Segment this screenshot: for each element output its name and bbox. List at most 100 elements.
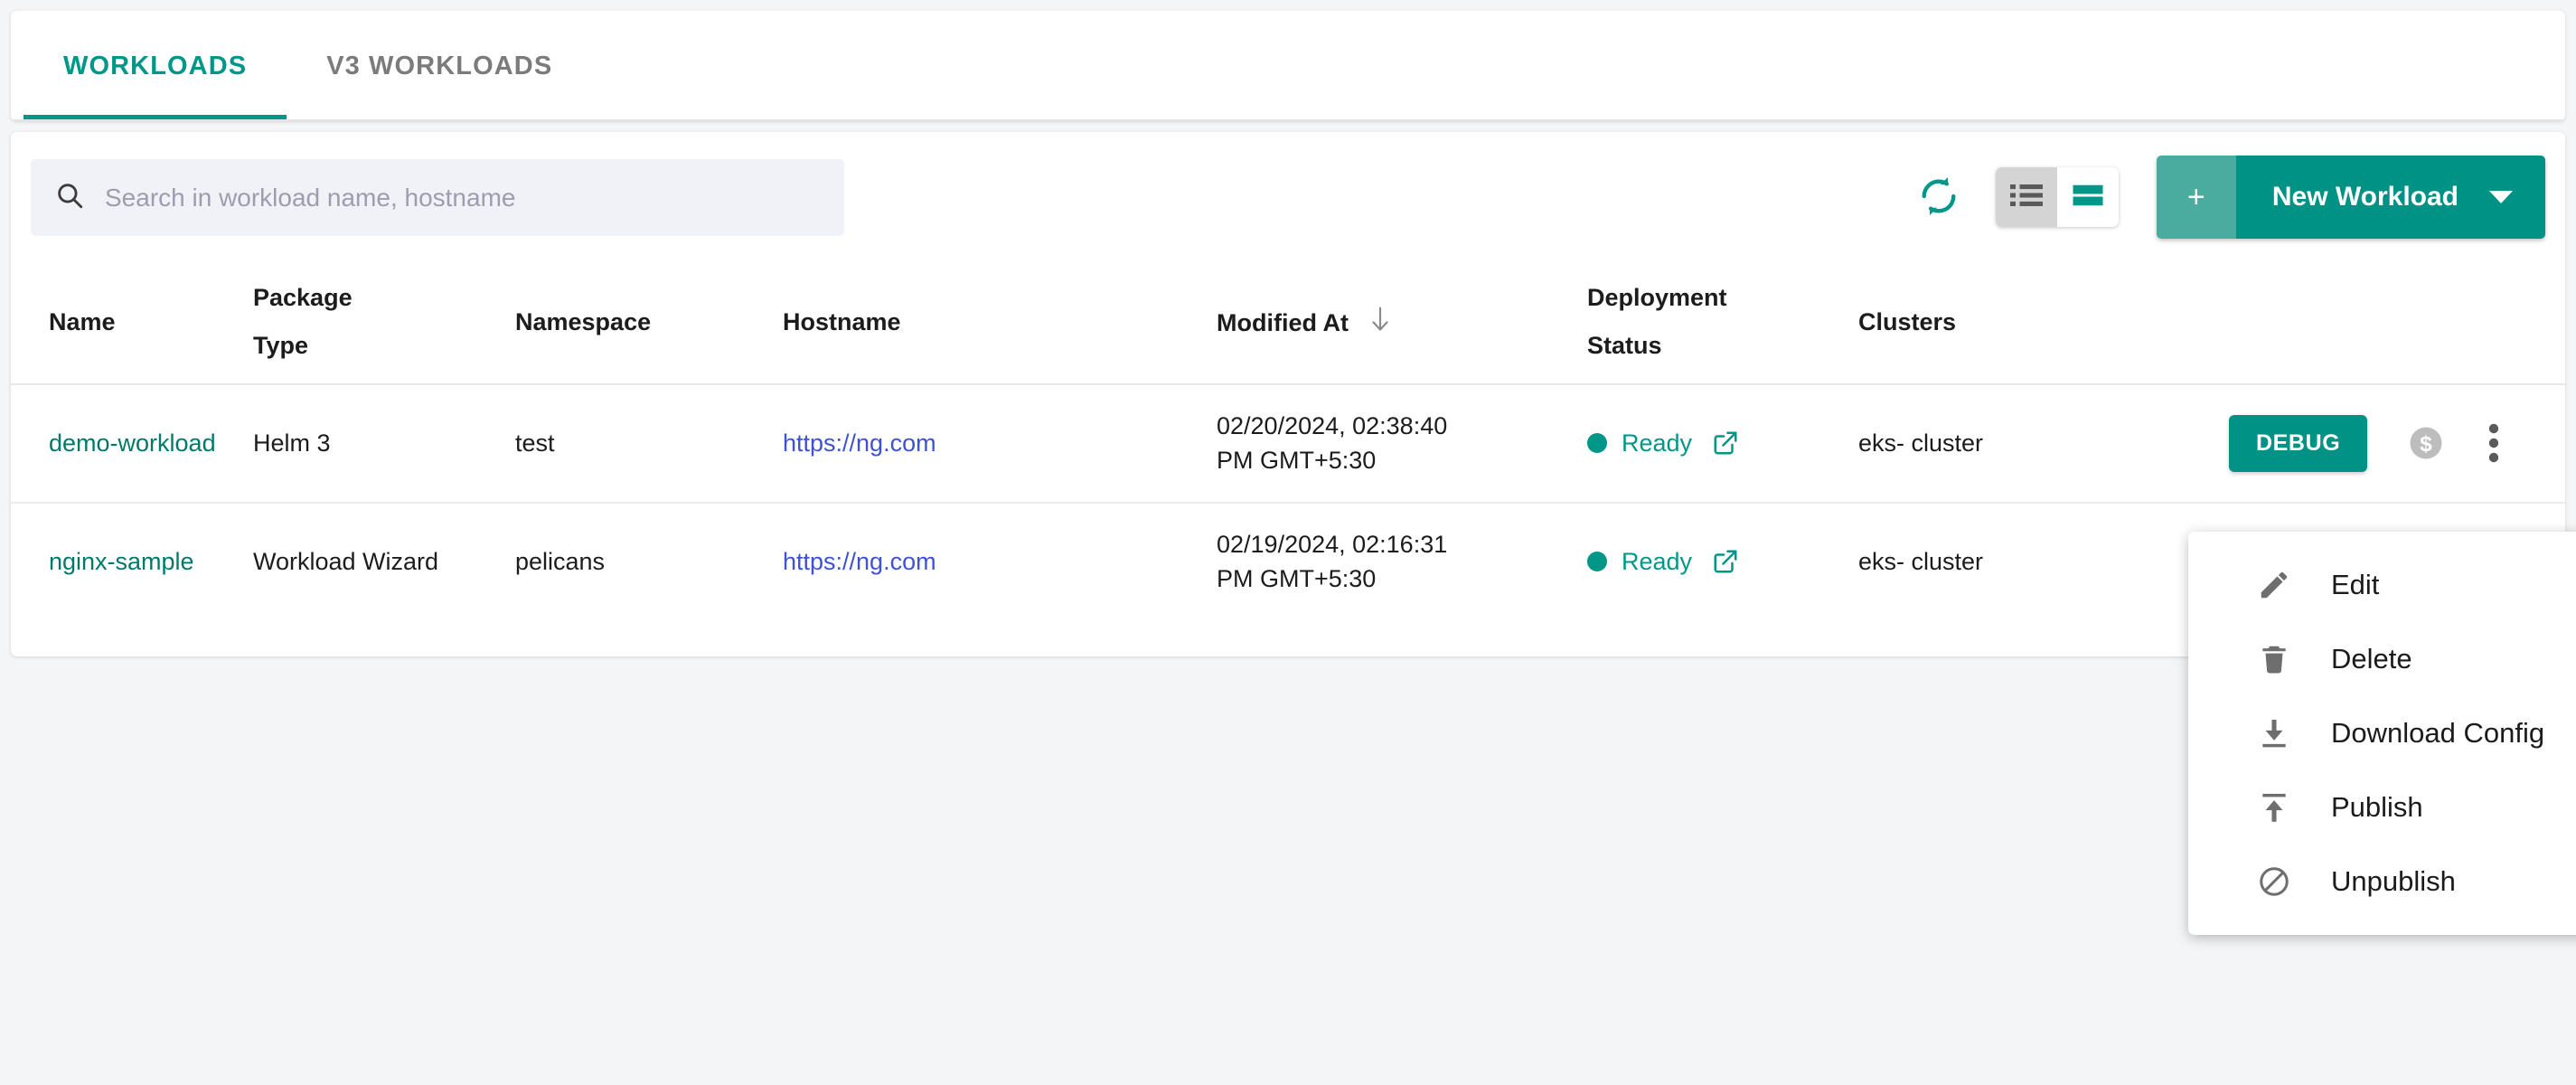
cell-package-type: Workload Wizard [253,547,439,575]
status-label: Ready [1622,429,1693,458]
menu-item-unpublish[interactable]: Unpublish [2188,844,2576,919]
new-workload-button[interactable]: + New Workload [2156,156,2545,239]
kebab-menu-icon[interactable] [2485,420,2503,467]
menu-item-unpublish-label: Unpublish [2331,865,2456,897]
pencil-icon [2257,568,2291,602]
menu-item-download-config[interactable]: Download Config [2188,696,2576,770]
cell-modified-at: 02/19/2024, 02:16:31 PM GMT+5:30 [1208,503,1578,620]
cell-clusters: eks- cluster [1849,384,2211,504]
new-workload-main[interactable]: New Workload [2235,156,2545,239]
cell-package-type: Helm 3 [244,384,506,504]
table-row[interactable]: demo-workload Helm 3 test https://ng.com… [11,384,2565,504]
cell-actions: DEBUG $ [2211,384,2565,504]
column-header-modified-at-label: Modified At [1217,308,1349,336]
menu-item-publish-label: Publish [2331,791,2423,823]
new-workload-label: New Workload [2271,182,2458,212]
external-link-icon[interactable] [1712,429,1739,457]
cell-deployment-status: Ready [1578,384,1849,504]
modified-at-line2: PM GMT+5:30 [1217,564,1377,592]
column-header-namespace-label: Namespace [515,307,652,335]
new-workload-plus[interactable]: + [2156,156,2236,239]
menu-item-publish[interactable]: Publish [2188,770,2576,844]
chevron-down-icon [2489,191,2513,203]
debug-button[interactable]: DEBUG [2229,414,2368,472]
workloads-card: + New Workload Name Package [11,132,2565,656]
card-view-icon [2072,182,2104,213]
download-icon [2257,716,2291,750]
column-header-package-type-line2: Type [253,332,309,359]
list-view-button[interactable] [1995,167,2057,227]
search-input[interactable] [105,183,821,212]
menu-item-delete[interactable]: Delete [2188,622,2576,696]
workload-name-link[interactable]: demo-workload [49,429,216,457]
block-icon [2257,864,2291,899]
refresh-icon [1915,173,1962,222]
cell-hostname: https://ng.com [774,503,1208,620]
column-header-deployment-status-line1: Deployment [1587,284,1727,311]
cell-deployment-status: Ready [1578,503,1849,620]
workloads-table: Name Package Type Namespace Hostname Mod… [11,268,2565,619]
status-label: Ready [1622,547,1693,575]
column-header-name-label: Name [49,307,116,335]
trash-icon [2257,642,2291,676]
column-header-name[interactable]: Name [11,268,244,385]
column-header-namespace[interactable]: Namespace [506,268,774,385]
row-actions: DEBUG $ [2220,414,2556,472]
upload-icon [2257,790,2291,825]
toolbar: + New Workload [11,132,2565,268]
toolbar-actions: + New Workload [1900,156,2545,239]
tab-v3-workloads[interactable]: V3 WORKLOADS [287,11,592,121]
cell-namespace: test [506,384,774,504]
column-header-hostname-label: Hostname [783,307,901,335]
modified-at-line2: PM GMT+5:30 [1217,447,1377,475]
search-box[interactable] [31,159,844,236]
modified-at-line1: 02/19/2024, 02:16:31 [1217,530,1448,558]
cell-namespace: pelicans [515,547,606,575]
menu-item-download-config-label: Download Config [2331,717,2545,749]
cell-name: demo-workload [11,384,244,504]
search-icon [54,180,85,215]
tab-underline-divider [11,119,2565,121]
menu-item-delete-label: Delete [2331,643,2412,675]
table-row[interactable]: nginx-sample Workload Wizard pelicans ht… [11,503,2565,620]
dollar-circle-icon[interactable]: $ [2407,424,2445,462]
column-header-deployment-status[interactable]: Deployment Status [1578,268,1849,385]
row-actions-dropdown-menu: Edit Delete Download Config Publish Unpu… [2188,532,2576,935]
table-header: Name Package Type Namespace Hostname Mod… [11,268,2565,385]
column-header-actions [2211,268,2565,385]
view-toggle[interactable] [1995,167,2119,227]
cell-name: nginx-sample [11,503,244,620]
menu-item-edit-label: Edit [2331,569,2380,600]
tab-bar: WORKLOADS V3 WORKLOADS [11,11,2565,121]
tab-workloads-label: WORKLOADS [63,51,248,80]
cell-modified-at: 02/20/2024, 02:38:40 PM GMT+5:30 [1208,384,1578,504]
refresh-button[interactable] [1900,158,1978,236]
workload-name-link[interactable]: nginx-sample [49,548,194,575]
modified-at-line1: 02/20/2024, 02:38:40 [1217,412,1448,439]
menu-item-edit[interactable]: Edit [2188,548,2576,622]
column-header-hostname[interactable]: Hostname [774,268,1208,385]
arrow-down-icon [1369,306,1391,339]
column-header-clusters[interactable]: Clusters [1849,268,2211,385]
hostname-link[interactable]: https://ng.com [783,429,936,457]
workloads-page: WORKLOADS V3 WORKLOADS Search in workloa… [0,0,2576,1085]
table-header-row: Name Package Type Namespace Hostname Mod… [11,268,2565,385]
svg-text:$: $ [2420,432,2432,457]
column-header-deployment-status-line2: Status [1587,332,1662,359]
tab-v3-workloads-label: V3 WORKLOADS [326,51,553,80]
status-dot-icon [1587,433,1607,454]
column-header-modified-at[interactable]: Modified At [1208,268,1578,385]
status-badge: Ready [1587,544,1840,579]
cell-clusters: eks- cluster [1858,547,1984,575]
status-badge: Ready [1587,426,1840,460]
tab-workloads[interactable]: WORKLOADS [24,11,287,121]
table-body: demo-workload Helm 3 test https://ng.com… [11,384,2565,619]
hostname-link[interactable]: https://ng.com [783,548,936,575]
column-header-package-type-line1: Package [253,284,353,311]
cell-hostname: https://ng.com [774,384,1208,504]
column-header-package-type[interactable]: Package Type [244,268,506,385]
card-view-button[interactable] [2057,167,2119,227]
external-link-icon[interactable] [1712,548,1739,575]
column-header-clusters-label: Clusters [1858,307,1957,335]
status-dot-icon [1587,551,1607,571]
